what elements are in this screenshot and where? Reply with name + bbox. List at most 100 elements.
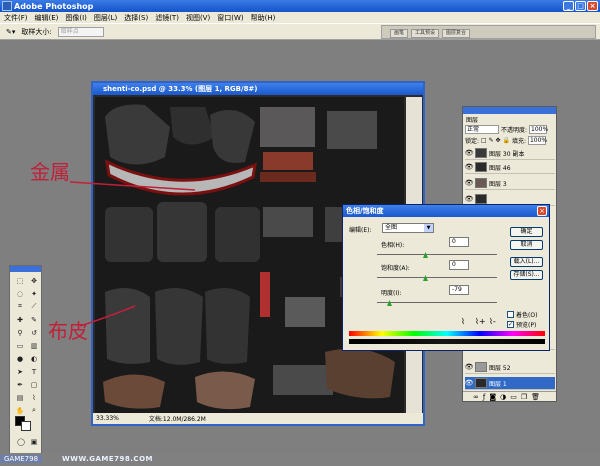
layer-name: 图层 3 [489,180,507,188]
layer-row[interactable]: 👁 图层 46 [465,161,555,174]
dialog-close-button[interactable]: × [537,206,547,216]
eraser-tool-icon[interactable]: ▭ [14,340,26,351]
menu-view[interactable]: 视图(V) [186,13,210,23]
layer-row[interactable]: 👁 图层 52 [465,361,555,374]
layers-palette-header[interactable] [463,107,556,114]
hue-slider-knob[interactable] [423,252,428,258]
menu-select[interactable]: 选择(S) [124,13,148,23]
visibility-eye-icon[interactable]: 👁 [465,363,474,371]
stamp-tool-icon[interactable]: ⚲ [14,327,26,338]
link-icon[interactable]: ∞ [473,393,479,401]
well-tab-layer-comps[interactable]: 图层复合 [442,29,471,38]
screen-mode-icon[interactable]: ▣ [28,436,40,447]
menu-layer[interactable]: 图层(L) [94,13,117,23]
fill-label: 填充: [511,138,526,145]
lasso-tool-icon[interactable]: ◌ [14,288,26,299]
trash-icon[interactable]: 🗑 [531,393,540,401]
brush-tool-icon[interactable]: ✎ [28,314,40,325]
well-tab-brushes[interactable]: 画笔 [390,29,409,38]
background-color-swatch[interactable] [21,421,31,431]
hand-tool-icon[interactable]: ✋ [14,405,26,416]
crop-tool-icon[interactable]: ⌗ [14,301,26,312]
magic-wand-tool-icon[interactable]: ✦ [28,288,40,299]
menu-filter[interactable]: 滤镜(T) [155,13,179,23]
edit-select[interactable]: 全图 ▼ [382,223,434,233]
preview-checkbox-row[interactable]: ✓ 预览(P) [507,320,536,329]
healing-brush-tool-icon[interactable]: ✚ [14,314,26,325]
hue-field[interactable]: 0 [449,237,469,247]
marquee-tool-icon[interactable]: ⬚ [14,275,26,286]
eyedropper-icon[interactable]: ⌇ [461,317,465,326]
layer-row[interactable]: 👁 图层 3 [465,177,555,190]
preview-label: 预览(P) [516,322,537,329]
opacity-field[interactable]: 100% [529,125,548,134]
edit-select-value: 全图 [385,224,398,231]
cancel-button[interactable]: 取消 [510,240,543,250]
eyedropper-minus-icon[interactable]: ⌇- [489,317,496,326]
quick-mask-icon[interactable]: ◯ [15,436,27,447]
load-button[interactable]: 载入(L)... [510,257,543,267]
lightness-field[interactable]: -79 [449,285,469,295]
eyedropper-icon[interactable]: ⌇ [28,392,40,403]
new-group-icon[interactable]: ▭ [510,393,517,401]
menu-window[interactable]: 窗口(W) [217,13,243,23]
dialog-title[interactable]: 色相/饱和度 [343,205,549,217]
mask-icon[interactable]: ◙ [489,393,496,401]
zoom-tool-icon[interactable]: ⌕ [28,405,40,416]
layer-row[interactable]: 👁 图层 30 副本 [465,147,555,160]
blend-mode-select[interactable]: 正常 [465,125,499,134]
close-button[interactable]: × [587,1,598,11]
slice-tool-icon[interactable]: ⟋ [28,301,40,312]
layer-style-icon[interactable]: ƒ [483,393,485,401]
layer-thumbnail [475,162,487,172]
history-brush-tool-icon[interactable]: ↺ [28,327,40,338]
lightness-slider-knob[interactable] [387,300,392,306]
eyedropper-plus-icon[interactable]: ⌇+ [475,317,486,326]
visibility-eye-icon[interactable]: 👁 [465,149,474,157]
layers-bottom-bar: ∞ ƒ ◙ ◑ ▭ ❐ 🗑 [463,391,556,401]
pen-tool-icon[interactable]: ✒ [14,379,26,390]
layer-thumbnail [475,194,487,204]
path-select-tool-icon[interactable]: ➤ [14,366,26,377]
menu-file[interactable]: 文件(F) [4,13,28,23]
dodge-tool-icon[interactable]: ◐ [28,353,40,364]
zoom-level[interactable]: 33.33% [96,415,119,422]
eyedropper-tool-icon[interactable]: ✎▾ [6,28,15,36]
notes-tool-icon[interactable]: ▤ [14,392,26,403]
type-tool-icon[interactable]: T [28,366,40,377]
sample-size-select[interactable]: 取样点 [57,26,104,37]
move-tool-icon[interactable]: ✥ [28,275,40,286]
ok-button[interactable]: 确定 [510,227,543,237]
maximize-button[interactable]: □ [575,1,586,11]
save-button[interactable]: 存储(S)... [510,270,543,280]
layers-tab[interactable]: 图层 [466,115,478,124]
chevron-down-icon: ▼ [424,224,433,232]
edit-label: 编辑(E): [349,227,372,234]
hue-slider-track[interactable] [377,254,497,255]
preview-checkbox[interactable]: ✓ [507,321,514,328]
layer-row-selected[interactable]: 👁 图层 1 [465,377,555,390]
lock-icons[interactable]: □ ✎ ✥ 🔒 [481,137,510,144]
saturation-field[interactable]: 0 [449,260,469,270]
colorize-checkbox-row[interactable]: 着色(O) [507,310,537,319]
new-layer-icon[interactable]: ❐ [521,393,527,401]
fill-field[interactable]: 100% [527,136,547,145]
menu-edit[interactable]: 编辑(E) [35,13,59,23]
adjustment-layer-icon[interactable]: ◑ [500,393,506,401]
document-title[interactable]: shenti-co.psd @ 33.3% (图层 1, RGB/8#) [93,83,423,95]
blur-tool-icon[interactable]: ● [14,353,26,364]
well-tab-tool-presets[interactable]: 工具预设 [411,29,440,38]
saturation-slider-track[interactable] [377,277,497,278]
visibility-eye-icon[interactable]: 👁 [465,379,474,387]
visibility-eye-icon[interactable]: 👁 [465,195,474,203]
saturation-slider-knob[interactable] [423,275,428,281]
minimize-button[interactable]: _ [563,1,574,11]
colorize-checkbox[interactable] [507,311,514,318]
lightness-slider-track[interactable] [377,302,497,303]
shape-tool-icon[interactable]: ▢ [28,379,40,390]
visibility-eye-icon[interactable]: 👁 [465,179,474,187]
menu-image[interactable]: 图像(I) [65,13,87,23]
gradient-tool-icon[interactable]: ▥ [28,340,40,351]
menu-help[interactable]: 帮助(H) [251,13,276,23]
visibility-eye-icon[interactable]: 👁 [465,163,474,171]
